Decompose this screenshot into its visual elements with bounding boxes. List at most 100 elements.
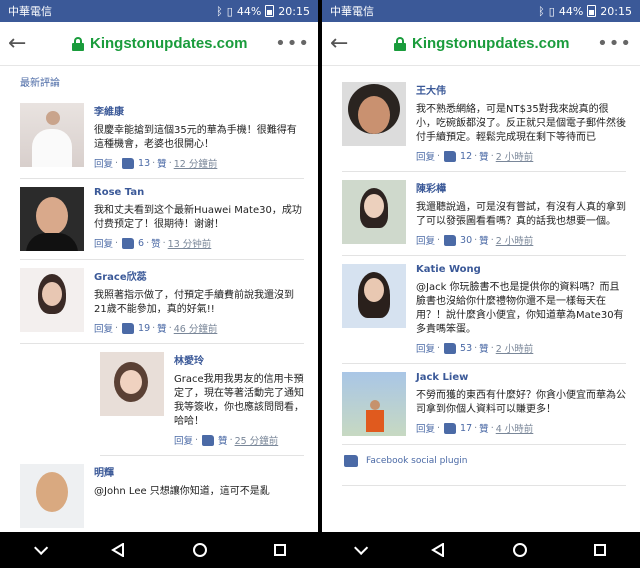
url-domain[interactable]: Kingstonupdates.com	[412, 35, 597, 52]
comment-text: 我照著指示做了，付預定手續費前說我還沒到21歲不能參加，真的好氣!!	[94, 290, 294, 315]
more-menu-icon[interactable]: •••	[275, 33, 310, 54]
praise-link[interactable]: 贊	[157, 156, 167, 170]
comments-panel: 最新評論 李維康 很慶幸能搶到這個35元的華為手機！很難得有這種機會，老婆也很開心…	[0, 66, 318, 532]
like-count[interactable]: 12	[460, 151, 472, 162]
comment-author[interactable]: Jack Liew	[416, 372, 626, 383]
comment-timestamp[interactable]: 13 分钟前	[168, 236, 212, 250]
carrier-label: 中華電信	[8, 5, 52, 18]
nav-back-icon[interactable]	[111, 543, 125, 557]
comment-author[interactable]: 林愛玲	[174, 352, 304, 367]
nav-home-icon[interactable]	[192, 543, 207, 557]
praise-link[interactable]: 贊	[479, 149, 489, 163]
comment-text: 我還聽說過，可是沒有嘗試，有沒有人真的拿到了可以發張圖看看嗎？真的話我也想要一個…	[416, 202, 626, 227]
comment-timestamp[interactable]: 4 小時前	[496, 421, 534, 435]
reply-link[interactable]: 回复	[94, 236, 113, 250]
praise-link[interactable]: 贊	[157, 321, 167, 335]
bluetooth-icon: ᛒ	[216, 4, 223, 18]
avatar[interactable]	[342, 82, 406, 146]
reply-link[interactable]: 回复	[94, 321, 113, 335]
reply-link[interactable]: 回复	[416, 341, 435, 355]
comment-body: Rose Tan 我和丈夫看到这个最新Huawei Mate30，成功付费预定了！…	[94, 187, 304, 251]
comment-timestamp[interactable]: 2 小時前	[496, 149, 534, 163]
comment-text: Grace我用我男友的信用卡預定了，現在等著活動完了通知我等簽收，你也應該問問看…	[174, 374, 304, 427]
comment-timestamp[interactable]: 12 分鐘前	[174, 156, 218, 170]
comment-item: 明輝 @John Lee 只想讓你知道，這可不是亂	[20, 456, 304, 532]
comment-author[interactable]: 陳彩樺	[416, 180, 626, 195]
avatar[interactable]	[342, 264, 406, 328]
avatar[interactable]	[100, 352, 164, 416]
praise-link[interactable]: 赞	[151, 236, 161, 250]
like-count[interactable]: 53	[460, 343, 472, 354]
comment-timestamp[interactable]: 2 小時前	[496, 341, 534, 355]
comment-body: 林愛玲 Grace我用我男友的信用卡預定了，現在等著活動完了通知我等簽收，你也應該…	[174, 352, 304, 447]
comment-actions: 回复 · 6 · 赞 · 13 分钟前	[94, 236, 212, 250]
comment-actions: 回复 · 53 · 贊 · 2 小時前	[416, 341, 534, 355]
battery-percent: 44%	[236, 4, 262, 18]
nav-home-icon[interactable]	[512, 543, 527, 557]
nav-recents-icon[interactable]	[274, 544, 287, 556]
avatar[interactable]	[20, 464, 84, 528]
comment-timestamp[interactable]: 2 小時前	[496, 233, 534, 247]
comment-timestamp[interactable]: 25 分鐘前	[235, 433, 279, 447]
reply-link[interactable]: 回复	[416, 233, 435, 247]
comment-body: Grace欣蕊我照著指示做了，付預定手續費前說我還沒到21歲不能參加，真的好氣!…	[94, 268, 304, 335]
facebook-plugin-footer[interactable]: Facebook social plugin	[342, 455, 626, 486]
comment-text: 不勞而獲的東西有什麼好？你貪小便宜而華為公司拿到你個人資料可以賺更多！	[416, 390, 626, 415]
reply-link[interactable]: 回复	[174, 433, 193, 447]
reply-link[interactable]: 回复	[94, 156, 113, 170]
collapse-chevron-icon[interactable]	[33, 540, 48, 555]
praise-link[interactable]: 贊	[218, 433, 228, 447]
nav-recents-icon[interactable]	[594, 544, 607, 556]
praise-link[interactable]: 贊	[479, 421, 489, 435]
like-count[interactable]: 6	[138, 238, 144, 249]
avatar[interactable]	[342, 372, 406, 436]
comment-item: 陳彩樺我還聽說過，可是沒有嘗試，有沒有人真的拿到了可以發張圖看看嗎？真的話我也想…	[342, 172, 626, 256]
comment-timestamp[interactable]: 46 分鐘前	[174, 321, 218, 335]
browser-url-bar: ← Kingstonupdates.com •••	[0, 22, 318, 66]
praise-link[interactable]: 贊	[479, 233, 489, 247]
comment-author[interactable]: Rose Tan	[94, 187, 304, 198]
comment-list: 王大伟 我不熟悉網絡，可是NT$35對我來說真的很小，吃碗飯都沒了。反正就只是個電…	[342, 74, 626, 445]
comment-item: Rose Tan 我和丈夫看到这个最新Huawei Mate30，成功付费预定了！…	[20, 179, 304, 260]
browser-url-bar: ← Kingstonupdates.com •••	[322, 22, 640, 66]
praise-link[interactable]: 贊	[479, 341, 489, 355]
comment-author[interactable]: Grace欣蕊	[94, 268, 304, 283]
thumbs-up-icon[interactable]	[444, 150, 457, 162]
comment-author[interactable]: 王大伟	[416, 82, 626, 97]
like-count[interactable]: 17	[460, 423, 472, 434]
like-count[interactable]: 30	[460, 235, 472, 246]
thumbs-up-icon[interactable]	[122, 157, 135, 169]
reply-link[interactable]: 回复	[416, 421, 435, 435]
back-arrow-icon[interactable]: ←	[8, 31, 36, 56]
thumbs-up-icon[interactable]	[444, 234, 457, 246]
nav-back-icon[interactable]	[431, 543, 445, 557]
battery-percent: 44%	[558, 4, 584, 18]
bluetooth-icon: ᛒ	[538, 4, 545, 18]
like-count[interactable]: 19	[138, 323, 150, 334]
comment-body: Katie Wong @Jack 你玩臉書不也是提供你的資料嗎？而且臉書也沒給你什…	[416, 264, 626, 355]
back-arrow-icon[interactable]: ←	[330, 31, 358, 56]
collapse-chevron-icon[interactable]	[353, 540, 368, 555]
avatar[interactable]	[342, 180, 406, 244]
comment-item: 李維康 很慶幸能搶到這個35元的華為手機！很難得有這種機會，老婆也很開心！ 回复 · 1…	[20, 95, 304, 179]
avatar[interactable]	[20, 268, 84, 332]
thumbs-up-icon[interactable]	[444, 422, 457, 434]
comment-author[interactable]: 李維康	[94, 103, 304, 118]
comment-author[interactable]: 明輝	[94, 464, 304, 479]
thumbs-up-icon[interactable]	[122, 322, 135, 334]
status-bar: 中華電信 ᛒ ▯ 44% 20:15	[322, 0, 640, 22]
carrier-label: 中華電信	[330, 5, 374, 18]
comment-item: Katie Wong @Jack 你玩臉書不也是提供你的資料嗎？而且臉書也沒給你什…	[342, 256, 626, 364]
reply-link[interactable]: 回复	[416, 149, 435, 163]
comment-actions: 回复 · 30 · 贊 · 2 小時前	[416, 233, 534, 247]
like-count[interactable]: 13	[138, 158, 150, 169]
more-menu-icon[interactable]: •••	[597, 33, 632, 54]
thumbs-up-icon[interactable]	[122, 237, 135, 249]
comment-author[interactable]: Katie Wong	[416, 264, 626, 275]
url-domain[interactable]: Kingstonupdates.com	[90, 35, 275, 52]
avatar[interactable]	[20, 187, 84, 251]
thumbs-up-icon[interactable]	[444, 342, 457, 354]
avatar[interactable]	[20, 103, 84, 167]
thumbs-up-icon[interactable]	[202, 434, 215, 446]
section-title: 最新評論	[20, 78, 60, 89]
